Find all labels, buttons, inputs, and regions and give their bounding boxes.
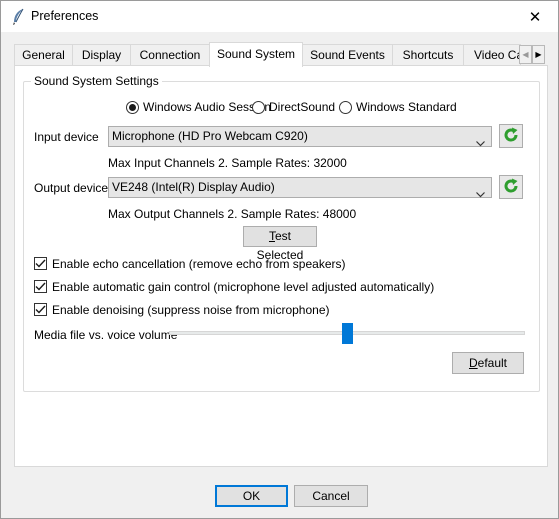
tab-scroll-right-button[interactable]: ▶ [532, 45, 545, 64]
tab-label: General [22, 48, 65, 62]
tab-label: Sound Events [310, 48, 385, 62]
tab-strip: General Display Connection Sound System … [14, 42, 548, 67]
sound-system-settings-group: Sound System Settings Windows Audio Sess… [23, 74, 540, 392]
output-device-value: VE248 (Intel(R) Display Audio) [112, 180, 275, 194]
cancel-button[interactable]: Cancel [294, 485, 368, 507]
default-button[interactable]: Default [452, 352, 524, 374]
radio-windows-standard[interactable] [339, 101, 352, 114]
tab-label: Video Cap [474, 48, 520, 62]
refresh-icon [502, 177, 520, 198]
feather-quill-icon [11, 8, 25, 26]
automatic-gain-control-label: Enable automatic gain control (microphon… [52, 280, 435, 294]
checkmark-icon [35, 259, 46, 268]
group-legend: Sound System Settings [31, 74, 162, 88]
refresh-icon [502, 126, 520, 147]
tab-label: Connection [139, 48, 201, 62]
input-device-info: Max Input Channels 2. Sample Rates: 3200… [108, 156, 347, 170]
default-mnemonic: D [468, 356, 478, 370]
preferences-window: Preferences ✕ General Display Connection… [0, 0, 559, 519]
output-device-select[interactable]: VE248 (Intel(R) Display Audio) [108, 177, 492, 198]
radio-label-windows-standard: Windows Standard [356, 100, 457, 114]
output-device-label: Output device [34, 181, 109, 195]
output-device-info: Max Output Channels 2. Sample Rates: 480… [108, 207, 357, 221]
denoising-checkbox[interactable] [34, 303, 47, 316]
close-button[interactable]: ✕ [512, 1, 558, 32]
radio-windows-audio-session[interactable] [126, 101, 139, 114]
input-device-select[interactable]: Microphone (HD Pro Webcam C920) [108, 126, 492, 147]
ok-label: OK [242, 489, 261, 503]
chevron-down-icon [476, 185, 485, 204]
tab-scroll-left-button[interactable]: ◀ [519, 45, 532, 64]
cancel-label: Cancel [312, 489, 350, 503]
tab-display[interactable]: Display [72, 44, 131, 66]
echo-cancellation-label: Enable echo cancellation (remove echo fr… [52, 257, 346, 271]
default-label: efault [477, 356, 508, 370]
tab-sound-events[interactable]: Sound Events [302, 44, 393, 66]
chevron-left-icon: ◀ [522, 50, 529, 59]
denoising-label: Enable denoising (suppress noise from mi… [52, 303, 330, 317]
tab-shortcuts[interactable]: Shortcuts [392, 44, 464, 66]
checkmark-icon [35, 282, 46, 291]
radio-label-directsound: DirectSound [269, 100, 336, 114]
chevron-down-icon [476, 134, 485, 153]
checkmark-icon [35, 305, 46, 314]
input-device-label: Input device [34, 130, 99, 144]
test-selected-button[interactable]: Test Selected [243, 226, 317, 262]
automatic-gain-control-checkbox[interactable] [34, 280, 47, 293]
tab-label: Display [81, 48, 122, 62]
sound-system-panel: Sound System Settings Windows Audio Sess… [14, 65, 548, 467]
chevron-right-icon: ▶ [535, 50, 542, 59]
tab-connection[interactable]: Connection [130, 44, 210, 66]
refresh-input-devices-button[interactable] [499, 124, 523, 148]
input-device-value: Microphone (HD Pro Webcam C920) [112, 129, 308, 143]
close-icon: ✕ [528, 8, 542, 26]
refresh-output-devices-button[interactable] [499, 175, 523, 199]
media-voice-volume-label: Media file vs. voice volume [34, 328, 178, 342]
window-title: Preferences [31, 9, 99, 23]
echo-cancellation-checkbox[interactable] [34, 257, 47, 270]
tab-label: Shortcuts [402, 48, 454, 62]
tab-sound-system[interactable]: Sound System [209, 42, 303, 67]
tab-general[interactable]: General [14, 44, 73, 66]
title-bar: Preferences ✕ [1, 1, 558, 32]
tab-label: Sound System [216, 47, 296, 61]
ok-button[interactable]: OK [215, 485, 288, 507]
media-voice-volume-thumb[interactable] [341, 323, 353, 344]
radio-directsound[interactable] [252, 101, 265, 114]
tab-video-capture[interactable]: Video Cap [463, 44, 521, 66]
